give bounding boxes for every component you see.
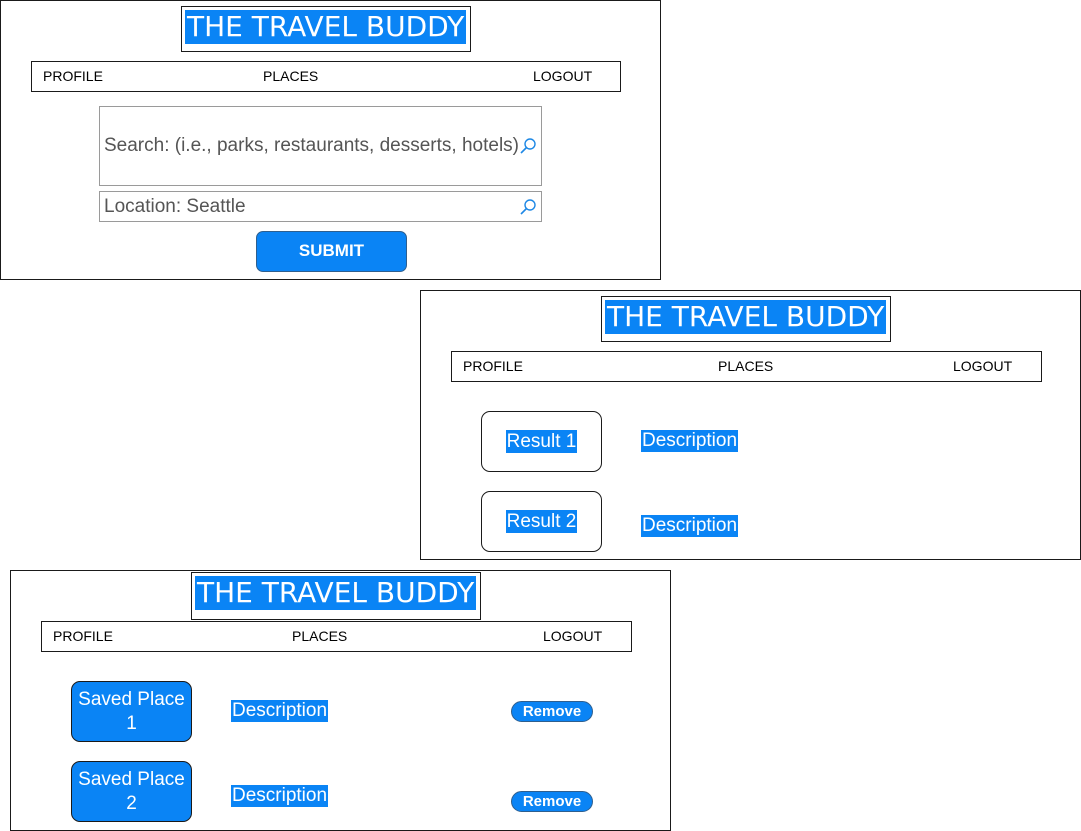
nav-places-link[interactable]: PLACES <box>292 622 347 651</box>
result-description: Description <box>641 515 739 537</box>
app-title: THE TRAVEL BUDDY <box>185 10 467 44</box>
remove-button[interactable]: Remove <box>511 701 593 722</box>
saved-place-description: Description <box>231 700 329 722</box>
nav-bar: PROFILE PLACES LOGOUT <box>31 61 621 92</box>
saved-place-label: Saved Place 2 <box>74 767 189 816</box>
nav-profile-link[interactable]: PROFILE <box>53 622 113 651</box>
nav-profile-link[interactable]: PROFILE <box>43 62 103 91</box>
app-title: THE TRAVEL BUDDY <box>605 300 887 334</box>
app-title: THE TRAVEL BUDDY <box>195 576 477 610</box>
saved-place-card[interactable]: Saved Place 2 <box>71 761 192 822</box>
result-card[interactable]: Result 1 <box>481 411 602 472</box>
nav-logout-link[interactable]: LOGOUT <box>953 352 1012 381</box>
saved-place-description: Description <box>231 785 329 807</box>
nav-profile-link[interactable]: PROFILE <box>463 352 523 381</box>
location-value: Location: Seattle <box>104 196 246 217</box>
app-title-box: THE TRAVEL BUDDY <box>601 296 891 342</box>
nav-logout-link[interactable]: LOGOUT <box>543 622 602 651</box>
nav-logout-link[interactable]: LOGOUT <box>533 62 592 91</box>
saved-place-card[interactable]: Saved Place 1 <box>71 681 192 742</box>
nav-places-link[interactable]: PLACES <box>718 352 773 381</box>
nav-bar: PROFILE PLACES LOGOUT <box>41 621 632 652</box>
search-screen-frame: THE TRAVEL BUDDY PROFILE PLACES LOGOUT S… <box>0 0 661 280</box>
app-title-box: THE TRAVEL BUDDY <box>191 572 481 620</box>
search-input[interactable]: Search: (i.e., parks, restaurants, desse… <box>99 106 542 186</box>
submit-button[interactable]: SUBMIT <box>256 231 407 272</box>
remove-button[interactable]: Remove <box>511 791 593 812</box>
result-description: Description <box>641 430 739 452</box>
nav-bar: PROFILE PLACES LOGOUT <box>451 351 1042 382</box>
result-label: Result 1 <box>505 430 578 453</box>
results-screen-frame: THE TRAVEL BUDDY PROFILE PLACES LOGOUT R… <box>420 290 1081 560</box>
app-title-box: THE TRAVEL BUDDY <box>181 6 471 52</box>
result-card[interactable]: Result 2 <box>481 491 602 552</box>
search-icon[interactable] <box>519 137 537 155</box>
result-label: Result 2 <box>505 510 578 533</box>
nav-places-link[interactable]: PLACES <box>263 62 318 91</box>
search-placeholder: Search: (i.e., parks, restaurants, desse… <box>104 135 520 156</box>
saved-place-label: Saved Place 1 <box>74 687 189 736</box>
location-input[interactable]: Location: Seattle <box>99 191 542 222</box>
saved-places-screen-frame: THE TRAVEL BUDDY PROFILE PLACES LOGOUT S… <box>10 570 671 831</box>
search-icon[interactable] <box>519 198 537 216</box>
